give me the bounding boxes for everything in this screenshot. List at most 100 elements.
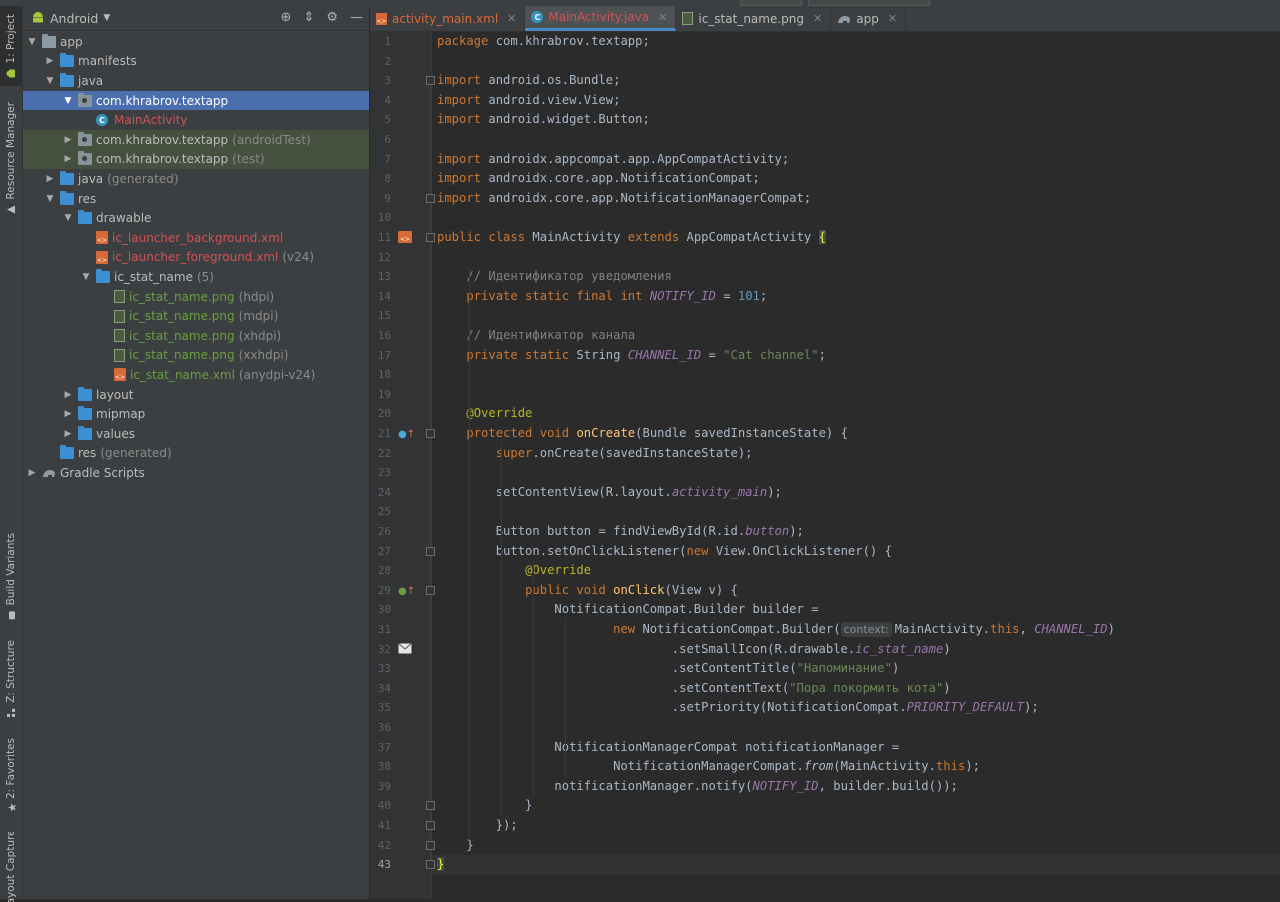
code-line[interactable]: }); xyxy=(437,816,518,836)
code-line[interactable]: .setContentText("Пора покормить кота") xyxy=(437,679,951,699)
fold-marker-icon[interactable] xyxy=(426,860,435,870)
code-line[interactable]: import android.view.View; xyxy=(437,91,620,111)
tree-item[interactable]: <> ic_stat_name.xml (anydpi-v24) xyxy=(23,365,369,385)
code-line[interactable]: import androidx.core.app.NotificationMan… xyxy=(437,189,811,209)
fold-marker-icon[interactable] xyxy=(426,801,435,811)
code-line[interactable]: // Идентификатор канала xyxy=(437,326,635,346)
tree-item[interactable]: ▶ values xyxy=(23,424,369,444)
tree-item[interactable]: ▼ ic_stat_name (5) xyxy=(23,267,369,287)
fold-marker-icon[interactable] xyxy=(426,76,435,86)
minimize-icon[interactable]: — xyxy=(350,10,363,25)
code-line[interactable]: protected void onCreate(Bundle savedInst… xyxy=(437,424,848,444)
chevron-right-icon[interactable]: ▶ xyxy=(63,409,73,419)
code-line[interactable]: button.setOnClickListener(new View.OnCli… xyxy=(437,542,892,562)
tree-item[interactable]: ic_stat_name.png (xxhdpi) xyxy=(23,346,369,366)
code-line[interactable]: import androidx.appcompat.app.AppCompatA… xyxy=(437,150,789,170)
code-line[interactable]: @Override xyxy=(437,404,532,424)
code-line[interactable]: Button button = findViewById(R.id.button… xyxy=(437,522,804,542)
chevron-down-icon[interactable]: ▼ xyxy=(63,96,73,106)
tree-item[interactable]: <> ic_launcher_background.xml xyxy=(23,228,369,248)
code-line[interactable]: @Override xyxy=(437,561,591,581)
chevron-down-icon[interactable]: ▼ xyxy=(45,76,55,86)
fold-marker-icon[interactable] xyxy=(426,429,435,438)
code-line[interactable]: NotificationCompat.Builder builder = xyxy=(437,600,818,620)
fold-marker-icon[interactable] xyxy=(426,546,435,556)
tree-item[interactable]: res (generated) xyxy=(23,444,369,464)
gear-icon[interactable]: ⚙ xyxy=(326,10,338,25)
chevron-right-icon[interactable]: ▶ xyxy=(63,429,73,439)
chevron-down-icon[interactable]: ▼ xyxy=(81,272,91,282)
tree-item[interactable]: <> ic_launcher_foreground.xml (v24) xyxy=(23,248,369,268)
tool-tab-project[interactable]: 1: Project xyxy=(0,6,22,86)
tree-item[interactable]: ▼ java xyxy=(23,71,369,91)
code-line[interactable]: .setPriority(NotificationCompat.PRIORITY… xyxy=(437,698,1039,718)
code-line[interactable]: package com.khrabrov.textapp; xyxy=(437,32,650,52)
fold-marker-icon[interactable] xyxy=(426,821,435,830)
close-icon[interactable]: ✕ xyxy=(888,12,897,25)
tool-tab-build-variants[interactable]: Build Variants xyxy=(0,531,22,621)
close-icon[interactable]: ✕ xyxy=(813,12,822,25)
code-line[interactable]: } xyxy=(437,855,445,875)
code-line[interactable]: setContentView(R.layout.activity_main); xyxy=(437,483,782,503)
chevron-right-icon[interactable]: ▶ xyxy=(63,390,73,400)
chevron-right-icon[interactable]: ▶ xyxy=(45,174,55,184)
code-line[interactable]: NotificationManagerCompat.from(MainActiv… xyxy=(437,757,980,777)
tree-item[interactable]: ▼ com.khrabrov.textapp xyxy=(23,90,369,111)
tree-item[interactable]: ▶ manifests xyxy=(23,52,369,72)
tool-tab-favorites[interactable]: ★ 2: Favorites xyxy=(0,734,22,816)
locate-icon[interactable]: ⊕ xyxy=(281,10,292,25)
tool-tab-layout-captures[interactable]: Layout Captures xyxy=(0,832,22,902)
tree-item[interactable]: ic_stat_name.png (hdpi) xyxy=(23,287,369,307)
code-line[interactable]: import android.os.Bundle; xyxy=(437,71,620,91)
tree-item[interactable]: ic_stat_name.png (mdpi) xyxy=(23,306,369,326)
code-line[interactable]: super.onCreate(savedInstanceState); xyxy=(437,444,753,464)
code-line[interactable]: public class MainActivity extends AppCom… xyxy=(437,228,826,248)
tree-item[interactable]: ▶ mipmap xyxy=(23,404,369,424)
code-line[interactable]: public void onClick(View v) { xyxy=(437,581,738,601)
tree-item[interactable]: ▶ layout xyxy=(23,385,369,405)
editor-tab[interactable]: app ✕ xyxy=(831,6,907,31)
implement-method-icon[interactable]: ●↑ xyxy=(398,584,415,597)
code-line[interactable]: private static String CHANNEL_ID = "Cat … xyxy=(437,346,826,366)
tree-item[interactable]: ▶ com.khrabrov.textapp (test) xyxy=(23,149,369,170)
fold-marker-icon[interactable] xyxy=(426,585,435,595)
editor-tab[interactable]: <> activity_main.xml ✕ xyxy=(370,6,526,31)
fold-marker-icon[interactable] xyxy=(426,193,435,203)
fold-marker-icon[interactable] xyxy=(426,840,435,850)
code-line[interactable]: // Идентификатор уведомления xyxy=(437,267,671,287)
tree-item[interactable]: ▶ com.khrabrov.textapp (androidTest) xyxy=(23,130,369,150)
tree-item[interactable]: ▶ java (generated) xyxy=(23,169,369,189)
fold-marker-icon[interactable] xyxy=(426,233,435,242)
editor-tab[interactable]: C MainActivity.java ✕ xyxy=(525,6,677,31)
chevron-down-icon[interactable]: ▼ xyxy=(27,37,37,47)
code-line[interactable]: import androidx.core.app.NotificationCom… xyxy=(437,169,760,189)
close-icon[interactable]: ✕ xyxy=(658,11,667,24)
code-line[interactable]: } xyxy=(437,796,532,816)
chevron-right-icon[interactable]: ▶ xyxy=(27,468,37,478)
code-line[interactable]: private static final int NOTIFY_ID = 101… xyxy=(437,287,767,307)
chevron-right-icon[interactable]: ▶ xyxy=(63,154,73,164)
code-line[interactable]: new NotificationCompat.Builder(context: M… xyxy=(437,620,1115,640)
tool-tab-structure[interactable]: Z: Structure xyxy=(0,638,22,718)
xml-layout-icon[interactable]: <> xyxy=(398,231,412,244)
tree-item[interactable]: ▼ app xyxy=(23,32,369,52)
chevron-down-icon[interactable]: ▼ xyxy=(63,213,73,223)
chevron-down-icon[interactable]: ▼ xyxy=(45,194,55,204)
tool-tab-resource-manager[interactable]: Resource Manager xyxy=(0,98,22,218)
chevron-right-icon[interactable]: ▶ xyxy=(45,56,55,66)
code-line[interactable]: import android.widget.Button; xyxy=(437,110,650,130)
tree-item[interactable]: ▼ drawable xyxy=(23,208,369,228)
code-line[interactable]: .setSmallIcon(R.drawable.ic_stat_name) xyxy=(437,640,951,660)
code-line[interactable]: notificationManager.notify(NOTIFY_ID, bu… xyxy=(437,777,958,797)
view-mode-selector[interactable]: Android ▼ xyxy=(31,10,110,27)
collapse-all-icon[interactable]: ⇕ xyxy=(303,10,314,25)
tree-item[interactable]: ▶ Gradle Scripts xyxy=(23,463,369,483)
code-editor[interactable]: 1 2 3 4 5 6 7 8 9 10 11 12 13 14 15 16 17 18 19 20 21 22 23 24 2… xyxy=(370,32,1280,899)
tree-item[interactable]: C MainActivity xyxy=(23,110,369,130)
close-icon[interactable]: ✕ xyxy=(507,12,516,25)
chevron-right-icon[interactable]: ▶ xyxy=(63,135,73,145)
override-method-icon[interactable]: ●↑ xyxy=(398,427,415,440)
tree-item[interactable]: ▼ res xyxy=(23,189,369,209)
code-line[interactable]: .setContentTitle("Напоминание") xyxy=(437,659,899,679)
envelope-icon[interactable] xyxy=(398,642,412,657)
